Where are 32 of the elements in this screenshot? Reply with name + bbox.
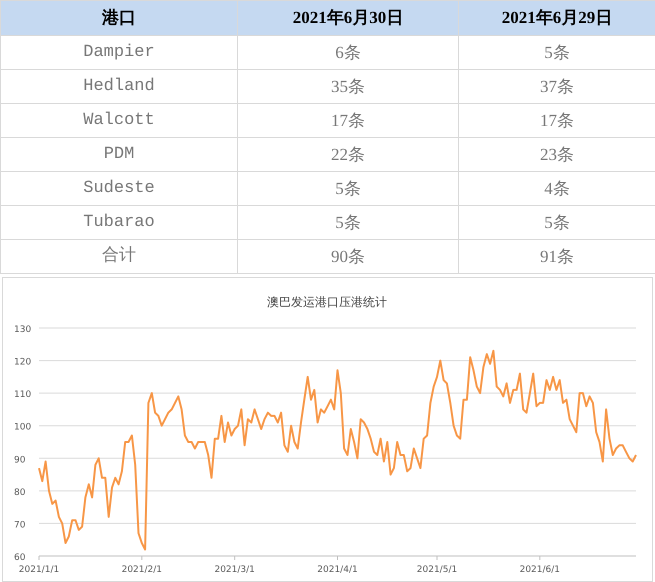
column-header: 2021年6月30日 — [238, 0, 458, 36]
table-cell: 35条 — [238, 70, 458, 104]
tick-label: 120 — [14, 358, 32, 368]
tick-label: 70 — [14, 520, 26, 530]
table-cell: Tubarao — [0, 206, 238, 240]
table-cell: 6条 — [238, 36, 458, 70]
table-cell: Walcott — [0, 104, 238, 138]
table-cell: PDM — [0, 138, 238, 172]
chart-title: 澳巴发运港口压港统计 — [267, 295, 387, 309]
tick-label: 110 — [14, 390, 32, 400]
tick-label: 100 — [14, 422, 32, 433]
tick-label: 2021/2/1 — [122, 565, 162, 575]
column-header: 港口 — [0, 0, 238, 36]
table-cell: 5条 — [238, 206, 458, 240]
table-cell: 17条 — [238, 104, 458, 138]
tick-label: 80 — [14, 488, 26, 498]
table-cell: Hedland — [0, 70, 238, 104]
table-cell: 5条 — [238, 172, 458, 206]
table-cell: 合计 — [0, 240, 238, 274]
tick-label: 2021/1/1 — [18, 565, 60, 575]
table-cell: Sudeste — [0, 172, 238, 206]
table-cell: 22条 — [238, 138, 458, 172]
tick-label: 2021/3/1 — [214, 565, 255, 575]
column-header: 2021年6月29日 — [458, 0, 655, 36]
table-cell: 90条 — [238, 240, 458, 274]
tick-label: 2021/4/1 — [317, 565, 358, 575]
table-cell: Dampier — [0, 36, 238, 70]
tick-label: 2021/5/1 — [416, 565, 458, 575]
tick-label: 90 — [14, 455, 26, 466]
tick-label: 130 — [14, 325, 32, 335]
tick-label: 2021/6/1 — [520, 565, 560, 575]
tick-label: 60 — [14, 553, 26, 563]
